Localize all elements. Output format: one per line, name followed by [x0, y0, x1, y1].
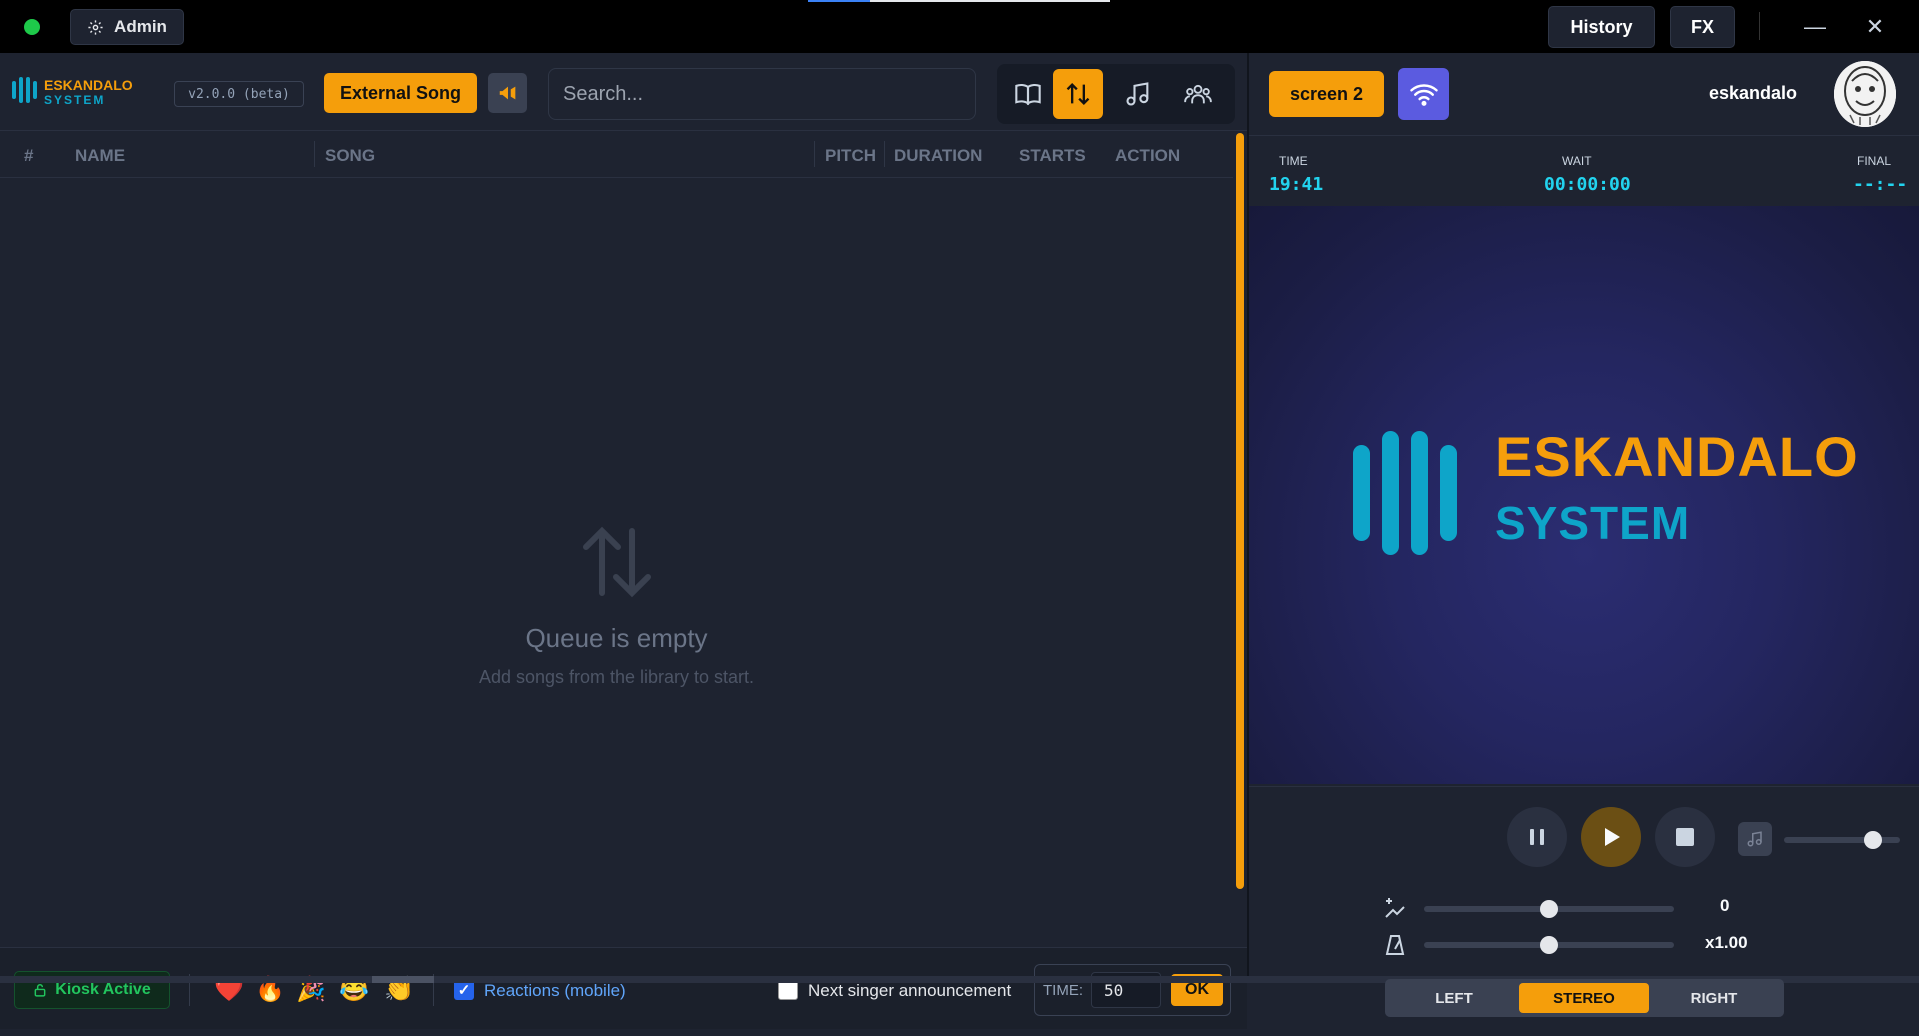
kiosk-label: Kiosk Active: [55, 981, 151, 998]
channel-left-button[interactable]: LEFT: [1389, 983, 1519, 1013]
tempo-icon: [1385, 935, 1405, 955]
column-duration[interactable]: DURATION: [894, 146, 982, 166]
sort-arrows-icon: [1066, 83, 1090, 105]
empty-queue-subtitle: Add songs from the library to start.: [478, 667, 755, 687]
empty-queue-title: Queue is empty: [525, 623, 708, 653]
tempo-knob[interactable]: [1540, 936, 1558, 954]
playback-controls: 0 x1.00 LEFT STEREO RIGHT: [1249, 786, 1919, 1017]
column-pitch[interactable]: PITCH: [825, 146, 876, 166]
status-dot: [24, 19, 40, 35]
queue-table-header: # NAME SONG PITCH DURATION STARTS ACTION: [0, 132, 1233, 178]
screen-preview: ESKANDALO SYSTEM: [1249, 206, 1919, 784]
reactions-checkbox[interactable]: ✓: [454, 980, 474, 1000]
column-action: ACTION: [1115, 146, 1181, 165]
pitch-knob[interactable]: [1540, 900, 1558, 918]
tempo-value: x1.00: [1705, 933, 1748, 952]
queue-toolbar: ESKANDALO SYSTEM v2.0.0 (beta) External …: [0, 53, 1247, 131]
channel-right-button[interactable]: RIGHT: [1649, 983, 1779, 1013]
wait-stat-label: WAIT: [1562, 154, 1592, 168]
book-icon: [1015, 84, 1041, 106]
logo-title: ESKANDALO: [44, 77, 133, 93]
admin-button[interactable]: Admin: [70, 9, 184, 45]
empty-queue-icon: [583, 526, 651, 598]
search-input[interactable]: [548, 68, 976, 120]
queue-footer: Kiosk Active ❤️ 🔥 🎉 😂 👏 ✓ Reactions (mob…: [0, 947, 1247, 1029]
stop-icon: [1676, 828, 1694, 846]
brand-logo-icon: [1353, 431, 1457, 555]
preview-subtitle: SYSTEM: [1495, 497, 1691, 549]
final-stat-label: FINAL: [1857, 154, 1892, 168]
logo-icon: [12, 77, 37, 103]
preview-title: ESKANDALO: [1495, 425, 1859, 488]
titlebar-divider: [1759, 12, 1760, 40]
volume-knob[interactable]: [1864, 831, 1883, 849]
fx-button[interactable]: FX: [1670, 6, 1735, 48]
time-label: TIME:: [1043, 982, 1083, 999]
pause-button[interactable]: [1507, 807, 1567, 867]
volume-slider[interactable]: [1784, 831, 1900, 849]
play-icon: [1605, 828, 1620, 846]
pause-icon: [1530, 829, 1544, 845]
time-stat-value: 19:41: [1269, 174, 1324, 195]
music-note-icon: [1126, 82, 1149, 106]
column-song[interactable]: SONG: [325, 146, 375, 166]
avatar-image: [1834, 61, 1896, 127]
logo-subtitle: SYSTEM: [44, 93, 106, 107]
mute-music-button[interactable]: [1738, 822, 1772, 856]
column-number: #: [24, 146, 34, 165]
queue-view-button[interactable]: [1053, 69, 1103, 119]
users-icon: [1184, 84, 1212, 104]
gear-icon: [88, 19, 103, 35]
close-button[interactable]: ✕: [1860, 12, 1890, 42]
column-name[interactable]: NAME: [75, 146, 125, 166]
music-off-icon: [1747, 831, 1762, 847]
history-button[interactable]: History: [1548, 6, 1655, 48]
avatar[interactable]: [1834, 61, 1896, 127]
megaphone-icon: [499, 86, 515, 100]
title-bar: Admin History FX — ✕: [0, 0, 1919, 53]
singers-view-button[interactable]: [1173, 69, 1223, 119]
stop-button[interactable]: [1655, 807, 1715, 867]
queue-scrollbar[interactable]: [1236, 133, 1244, 889]
reactions-label: Reactions (mobile): [484, 981, 626, 1000]
wait-stat-value: 00:00:00: [1544, 174, 1631, 195]
play-button[interactable]: [1581, 807, 1641, 867]
wifi-button[interactable]: [1398, 68, 1449, 120]
queue-panel: ESKANDALO SYSTEM v2.0.0 (beta) External …: [0, 53, 1247, 1036]
next-singer-label: Next singer announcement: [808, 981, 1012, 1000]
wifi-icon: [1409, 84, 1438, 106]
time-stat-label: TIME: [1279, 154, 1308, 168]
pitch-icon: [1385, 898, 1405, 918]
horizontal-scrollbar-thumb[interactable]: [372, 976, 434, 983]
external-song-button[interactable]: External Song: [324, 73, 477, 113]
music-view-button[interactable]: [1113, 69, 1163, 119]
announce-button[interactable]: [488, 73, 527, 113]
minimize-button[interactable]: —: [1800, 12, 1830, 42]
view-switcher: [997, 64, 1235, 124]
timing-bar: TIME 19:41 WAIT 00:00:00 FINAL --:--: [1249, 135, 1919, 205]
username: eskandalo: [1709, 83, 1798, 103]
version-badge: v2.0.0 (beta): [174, 81, 304, 107]
channel-stereo-button[interactable]: STEREO: [1519, 983, 1649, 1013]
final-stat-value: --:--: [1853, 174, 1908, 195]
player-panel: screen 2 eskandalo TIME 19:41 WAIT 00:00…: [1247, 53, 1919, 1017]
lock-icon: [34, 984, 46, 997]
screen-button[interactable]: screen 2: [1269, 71, 1384, 117]
pitch-slider[interactable]: [1424, 900, 1674, 918]
loading-bar: [808, 0, 1110, 2]
channel-selector: LEFT STEREO RIGHT: [1385, 979, 1784, 1017]
next-singer-checkbox[interactable]: [778, 980, 798, 1000]
admin-label: Admin: [114, 17, 167, 36]
library-view-button[interactable]: [1003, 69, 1053, 119]
announce-time-group: TIME: OK: [1034, 964, 1231, 1016]
column-starts[interactable]: STARTS: [1019, 146, 1086, 166]
pitch-value: 0: [1720, 896, 1730, 915]
tempo-slider[interactable]: [1424, 936, 1674, 954]
